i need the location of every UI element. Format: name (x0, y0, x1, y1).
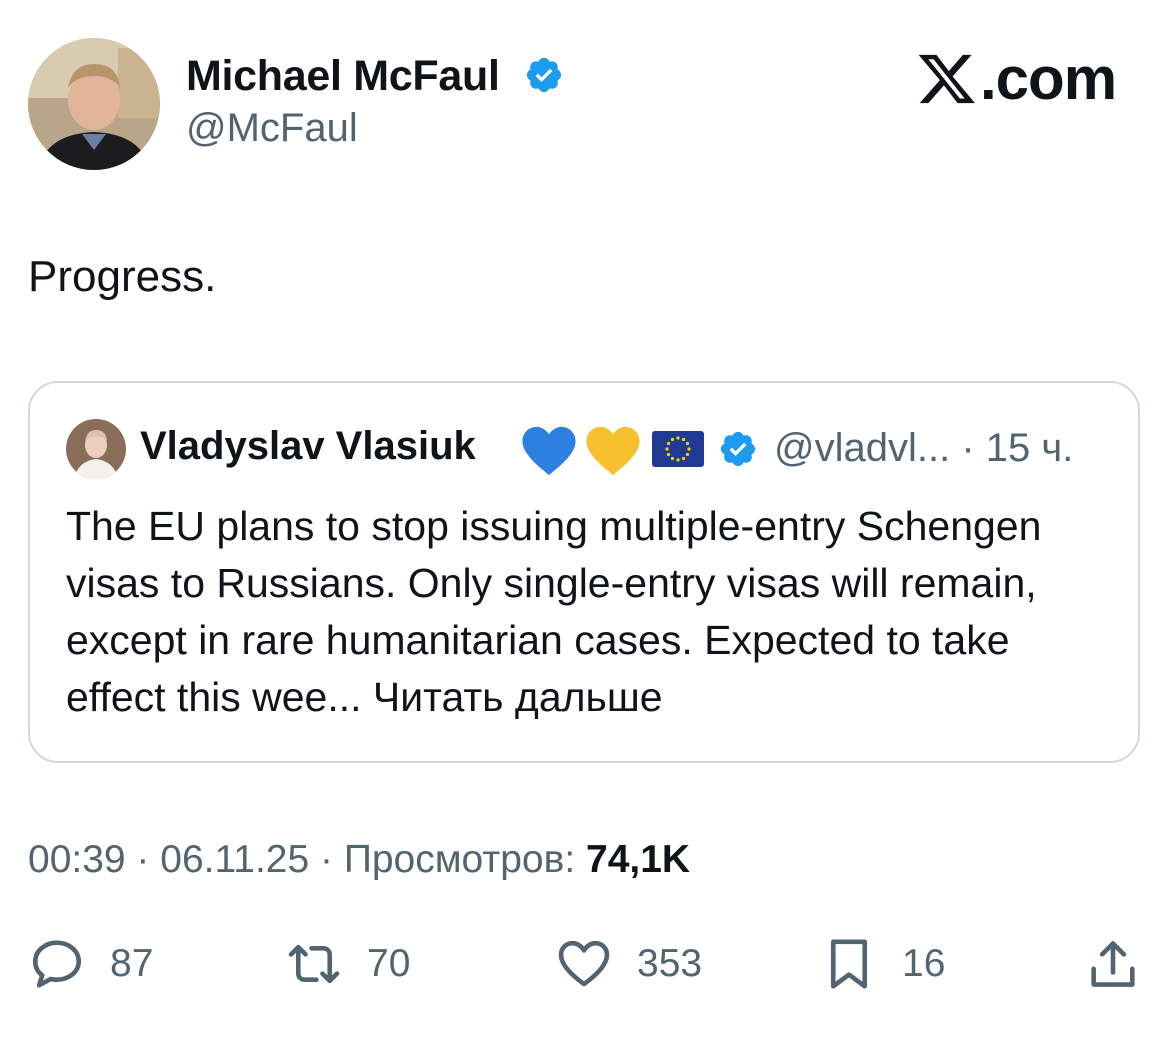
bookmark-button[interactable]: 16 (820, 932, 945, 996)
quoted-handle-time[interactable]: @vladvl... · 15 ч. (774, 426, 1073, 471)
read-more-link[interactable]: Читать дальше (373, 674, 663, 720)
reply-count: 87 (110, 942, 154, 985)
quoted-author-avatar[interactable] (66, 419, 126, 479)
quoted-verified-badge-icon (718, 429, 758, 469)
views-count: 74,1K (586, 838, 691, 881)
repost-icon (288, 944, 340, 984)
quoted-tweet-text: The EU plans to stop issuing multiple-en… (66, 498, 1116, 726)
eu-flag-icon (652, 431, 704, 467)
reply-icon (32, 940, 82, 988)
x-brand-logo: .com (914, 44, 1117, 113)
tweet-text: Progress. (28, 252, 217, 301)
x-logo-icon (918, 54, 975, 103)
yellow-heart-icon (584, 424, 642, 478)
share-button[interactable] (1084, 932, 1142, 996)
quoted-author-name[interactable]: Vladyslav Vlasiuk (140, 424, 476, 469)
author-name[interactable]: Michael McFaul (186, 52, 500, 101)
heart-outline-icon (558, 940, 610, 987)
verified-badge-icon (524, 55, 564, 95)
like-button[interactable]: 353 (555, 932, 702, 996)
repost-button[interactable]: 70 (285, 932, 410, 996)
like-count: 353 (637, 942, 703, 985)
time-date[interactable]: 00:39 · 06.11.25 · Просмотров: (28, 838, 575, 881)
author-handle[interactable]: @McFaul (186, 106, 358, 151)
tweet-meta: 00:39 · 06.11.25 · Просмотров: 74,1K (28, 838, 690, 882)
author-avatar[interactable] (28, 38, 160, 170)
share-icon (1091, 941, 1135, 987)
bookmark-icon (830, 939, 868, 989)
bookmark-count: 16 (902, 942, 946, 985)
blue-heart-icon (520, 424, 578, 478)
brand-domain-label: .com (980, 45, 1117, 112)
reply-button[interactable]: 87 (28, 932, 153, 996)
repost-count: 70 (367, 942, 411, 985)
